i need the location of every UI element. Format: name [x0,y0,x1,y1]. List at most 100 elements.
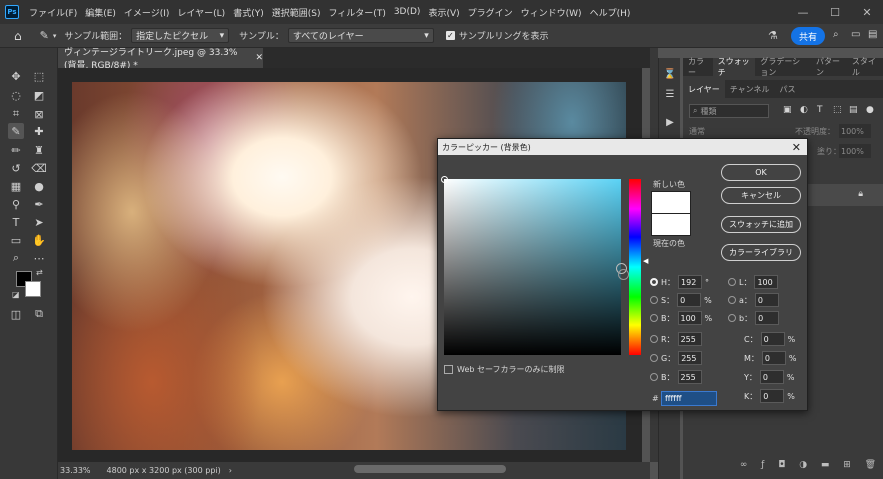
brightness-input[interactable]: 100 [677,311,702,325]
menu-edit[interactable]: 編集(E) [81,6,120,19]
yellow-field[interactable]: Y： 0% [744,370,834,384]
screen-mode-icon[interactable]: ⧉ [31,306,47,322]
home-icon[interactable]: ⌂ [14,29,22,43]
mask-icon[interactable]: ◘ [778,460,785,476]
adjustment-layer-icon[interactable]: ◑ [799,460,807,476]
eraser-tool-icon[interactable]: ⌫ [31,160,47,176]
tab-layers[interactable]: レイヤー [683,80,725,98]
lab-b-input[interactable]: 0 [755,311,780,325]
adjustments-panel-icon[interactable]: ☰ [662,86,678,102]
link-icon[interactable]: ∞ [740,460,748,476]
brightness-radio[interactable] [650,314,658,322]
opacity-input[interactable]: 100% [839,124,871,138]
background-color-swatch[interactable] [25,281,41,297]
move-tool-icon[interactable]: ✥ [8,68,24,84]
sample-select[interactable]: すべてのレイヤー ▾ [287,28,434,43]
tab-patterns[interactable]: パターン [811,57,847,77]
spot-heal-tool-icon[interactable]: ✚ [31,123,47,139]
cyan-input[interactable]: 0 [760,332,785,346]
frame-tool-icon[interactable]: ⊠ [31,106,47,122]
menu-file[interactable]: ファイル(F) [25,6,81,19]
green-radio[interactable] [650,354,658,362]
close-icon[interactable]: ✕ [792,139,801,155]
close-window-icon[interactable]: ✕ [852,0,882,24]
hue-slider[interactable] [629,179,641,355]
tab-paths[interactable]: パス [775,80,801,98]
marquee-tool-icon[interactable]: ⬚ [31,68,47,84]
history-brush-tool-icon[interactable]: ↺ [8,160,24,176]
yellow-input[interactable]: 0 [759,370,784,384]
menu-view[interactable]: 表示(V) [424,6,463,19]
saturation-brightness-field[interactable] [441,176,621,355]
photoshop-logo[interactable]: Ps [5,5,19,19]
blue-input[interactable]: 255 [677,370,702,384]
fill-input[interactable]: 100% [839,144,871,158]
hex-input[interactable]: ffffff [661,391,717,406]
red-input[interactable]: 255 [677,332,702,346]
green-field[interactable]: G： 255 [650,351,740,365]
current-color-swatch[interactable] [651,214,691,236]
cyan-field[interactable]: C： 0% [744,332,834,346]
lab-l-radio[interactable] [728,278,736,286]
hue-radio[interactable] [650,278,658,286]
zoom-tool-icon[interactable]: ⌕ [8,250,24,266]
menu-window[interactable]: ウィンドウ(W) [517,6,586,19]
path-select-tool-icon[interactable]: ➤ [31,214,47,230]
more-tools-icon[interactable]: ⋯ [31,250,47,266]
eyedropper-tool-icon[interactable]: ✎ [8,123,24,139]
workspace-icon[interactable]: ▭ [851,29,860,40]
red-field[interactable]: R： 255 [650,332,740,346]
lasso-tool-icon[interactable]: ◌ [8,87,24,103]
type-filter-icon[interactable]: T [817,105,823,115]
sampling-ring-checkbox[interactable]: ✓ サンプルリングを表示 [445,29,549,42]
history-panel-icon[interactable]: ⌛ [662,66,678,82]
maximize-icon[interactable]: ☐ [820,0,850,24]
rectangle-tool-icon[interactable]: ▭ [8,232,24,248]
close-tab-icon[interactable]: ✕ [255,53,263,63]
layer-filter-select[interactable]: ⌕ 種類 [689,104,769,118]
saturation-input[interactable]: 0 [677,293,702,307]
saturation-field[interactable]: S： 0% [650,293,740,307]
type-tool-icon[interactable]: T [8,214,24,230]
sample-range-select[interactable]: 指定したピクセル ▾ [131,28,230,43]
brush-tool-icon[interactable]: ✏ [8,142,24,158]
dodge-tool-icon[interactable]: ⚲ [8,196,24,212]
ok-button[interactable]: OK [721,164,801,181]
folder-icon[interactable]: ▬ [821,460,830,476]
green-input[interactable]: 255 [678,351,703,365]
shape-filter-icon[interactable]: ⬚ [833,105,842,115]
tab-channels[interactable]: チャンネル [725,80,775,98]
black-input[interactable]: 0 [760,389,785,403]
eyedropper-tool-icon[interactable]: ✎ [40,29,49,42]
lab-b-field[interactable]: b： 0 [728,311,818,325]
tab-swatches[interactable]: スウォッチ [712,57,756,77]
lab-l-field[interactable]: L： 100 [728,275,818,289]
pixel-filter-icon[interactable]: ▣ [783,105,792,115]
adjustment-filter-icon[interactable]: ◐ [800,105,808,115]
add-to-swatches-button[interactable]: スウォッチに追加 [721,216,801,233]
tab-color[interactable]: カラー [683,57,713,77]
lab-a-field[interactable]: a： 0 [728,293,818,307]
play-actions-icon[interactable]: ▶ [662,114,678,130]
menu-layer[interactable]: レイヤー(L) [173,6,229,19]
flask-icon[interactable]: ⚗ [768,29,778,42]
lab-b-radio[interactable] [728,314,736,322]
hue-slider-handle-icon[interactable]: ◀ [643,257,648,265]
smart-object-filter-icon[interactable]: ▤ [849,105,858,115]
panel-toggle-icon[interactable]: ▤ [868,29,877,40]
brightness-field[interactable]: B： 100% [650,311,740,325]
color-libraries-button[interactable]: カラーライブラリ [721,244,801,261]
black-field[interactable]: K： 0% [744,389,834,403]
hand-tool-icon[interactable]: ✋ [31,232,47,248]
menu-3d[interactable]: 3D(D) [390,7,425,17]
magenta-field[interactable]: M： 0% [744,351,834,365]
chevron-down-icon[interactable]: ▾ [53,32,57,40]
blue-field[interactable]: B： 255 [650,370,740,384]
menu-select[interactable]: 選択範囲(S) [268,6,325,19]
tab-styles[interactable]: スタイル [847,57,883,77]
cancel-button[interactable]: キャンセル [721,187,801,204]
blur-tool-icon[interactable]: ● [31,178,47,194]
horizontal-scrollbar[interactable] [354,465,506,473]
minimize-icon[interactable]: — [788,0,818,24]
menu-filter[interactable]: フィルター(T) [324,6,389,19]
